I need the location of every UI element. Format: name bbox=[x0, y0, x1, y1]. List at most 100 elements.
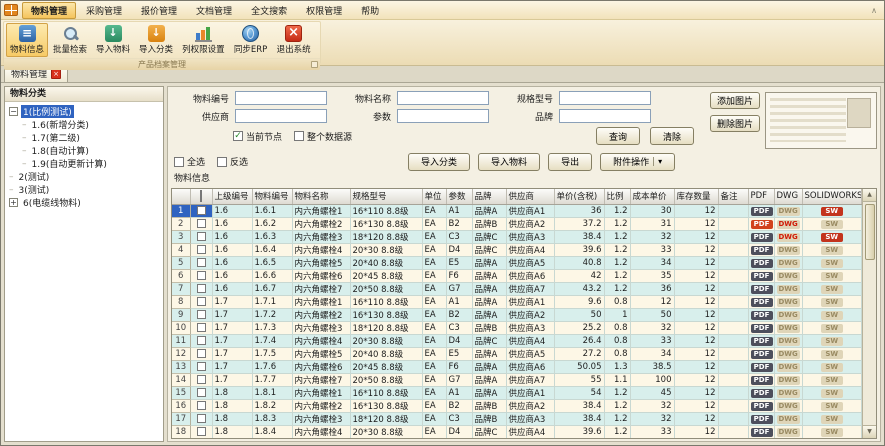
collapse-icon[interactable]: − bbox=[9, 107, 18, 116]
row-select-cell[interactable] bbox=[190, 425, 212, 438]
pdf-badge[interactable]: PDF bbox=[751, 350, 773, 359]
column-header[interactable]: 供应商 bbox=[506, 189, 554, 204]
invert-selection-checkbox[interactable]: 反选 bbox=[217, 155, 248, 168]
sw-badge[interactable]: SW bbox=[821, 285, 843, 294]
row-select-cell[interactable] bbox=[190, 308, 212, 321]
dwg-badge[interactable]: DWG bbox=[777, 259, 800, 268]
pdf-badge[interactable]: PDF bbox=[751, 311, 773, 320]
row-select-cell[interactable] bbox=[190, 347, 212, 360]
import-material-button[interactable]: 导入物料 bbox=[478, 153, 540, 171]
table-row[interactable]: 51.61.6.5内六角螺栓520*40 8.8级EAE5品牌A供应商A540.… bbox=[172, 256, 862, 269]
pdf-badge[interactable]: PDF bbox=[751, 428, 773, 437]
table-row[interactable]: 31.61.6.3内六角螺栓318*120 8.8级EAC3品牌C供应商A338… bbox=[172, 230, 862, 243]
row-select-cell[interactable] bbox=[190, 204, 212, 217]
row-checkbox[interactable] bbox=[197, 362, 206, 371]
tree-item[interactable]: –3(测试) bbox=[5, 183, 163, 196]
dwg-badge[interactable]: DWG bbox=[777, 402, 800, 411]
pdf-badge[interactable]: PDF bbox=[751, 233, 773, 242]
sw-badge[interactable]: SW bbox=[821, 298, 843, 307]
tree-item[interactable]: +6(电缆线物料) bbox=[5, 196, 163, 209]
row-select-cell[interactable] bbox=[190, 243, 212, 256]
dwg-badge[interactable]: DWG bbox=[777, 428, 800, 437]
sw-badge[interactable]: SW bbox=[821, 311, 843, 320]
dwg-badge[interactable]: DWG bbox=[777, 376, 800, 385]
sw-badge[interactable]: SW bbox=[821, 415, 843, 424]
column-header[interactable]: 规格型号 bbox=[350, 189, 422, 204]
table-row[interactable]: 41.61.6.4内六角螺栓420*30 8.8级EAD4品牌C供应商A439.… bbox=[172, 243, 862, 256]
row-select-cell[interactable] bbox=[190, 230, 212, 243]
table-row[interactable]: 11.61.6.1内六角螺栓116*110 8.8级EAA1品牌A供应商A136… bbox=[172, 204, 862, 217]
table-row[interactable]: 91.71.7.2内六角螺栓216*130 8.8级EAB2品牌A供应商A250… bbox=[172, 308, 862, 321]
pdf-badge[interactable]: PDF bbox=[751, 337, 773, 346]
pdf-badge[interactable]: PDF bbox=[751, 402, 773, 411]
supplier-input[interactable] bbox=[235, 109, 327, 123]
row-checkbox[interactable] bbox=[197, 401, 206, 410]
menu-tab[interactable]: 权限管理 bbox=[297, 2, 351, 19]
scrollbar-thumb[interactable] bbox=[865, 204, 875, 260]
table-row[interactable]: 141.71.7.7内六角螺栓720*50 8.8级EAG7品牌A供应商A755… bbox=[172, 373, 862, 386]
delete-image-button[interactable]: 删除图片 bbox=[710, 115, 760, 132]
dwg-badge[interactable]: DWG bbox=[777, 324, 800, 333]
sw-badge[interactable]: SW bbox=[821, 428, 843, 437]
pdf-badge[interactable]: PDF bbox=[751, 207, 773, 216]
table-row[interactable]: 121.71.7.5内六角螺栓520*40 8.8级EAE5品牌A供应商A527… bbox=[172, 347, 862, 360]
tree-item[interactable]: −1(比例测试) bbox=[5, 105, 163, 118]
sw-badge[interactable]: SW bbox=[821, 246, 843, 255]
row-checkbox[interactable] bbox=[197, 349, 206, 358]
row-checkbox[interactable] bbox=[197, 375, 206, 384]
table-row[interactable]: 171.81.8.3内六角螺栓318*120 8.8级EAC3品牌B供应商A33… bbox=[172, 412, 862, 425]
column-header[interactable]: 物料编号 bbox=[252, 189, 292, 204]
sw-badge[interactable]: SW bbox=[821, 324, 843, 333]
tree-item[interactable]: –2(测试) bbox=[5, 170, 163, 183]
row-select-cell[interactable] bbox=[190, 334, 212, 347]
exit-button[interactable]: 退出系统 bbox=[273, 23, 315, 57]
scroll-down-icon[interactable]: ▼ bbox=[863, 425, 876, 438]
sw-badge[interactable]: SW bbox=[821, 337, 843, 346]
app-icon[interactable] bbox=[4, 4, 18, 16]
query-button[interactable]: 查询 bbox=[596, 127, 640, 145]
row-checkbox[interactable] bbox=[197, 232, 206, 241]
dwg-badge[interactable]: DWG bbox=[777, 233, 800, 242]
import-material-button[interactable]: 导入物料 bbox=[92, 23, 134, 57]
row-checkbox[interactable] bbox=[197, 284, 206, 293]
row-checkbox[interactable] bbox=[197, 258, 206, 267]
import-category-button[interactable]: 导入分类 bbox=[135, 23, 177, 57]
row-checkbox[interactable] bbox=[197, 427, 206, 436]
dwg-badge[interactable]: DWG bbox=[777, 415, 800, 424]
row-select-cell[interactable] bbox=[190, 295, 212, 308]
sw-badge[interactable]: SW bbox=[821, 402, 843, 411]
vertical-scrollbar[interactable]: ▲ ▼ bbox=[862, 189, 876, 438]
column-header[interactable]: 成本单价 bbox=[630, 189, 674, 204]
dwg-badge[interactable]: DWG bbox=[777, 350, 800, 359]
scroll-up-icon[interactable]: ▲ bbox=[863, 189, 876, 202]
table-row[interactable]: 101.71.7.3内六角螺栓318*120 8.8级EAC3品牌B供应商A32… bbox=[172, 321, 862, 334]
column-permission-button[interactable]: 列权限设置 bbox=[178, 23, 229, 57]
pdf-badge[interactable]: PDF bbox=[751, 220, 773, 229]
scope-checkbox[interactable]: ✓当前节点 bbox=[233, 130, 282, 143]
pdf-badge[interactable]: PDF bbox=[751, 415, 773, 424]
table-row[interactable]: 111.71.7.4内六角螺栓420*30 8.8级EAD4品牌C供应商A426… bbox=[172, 334, 862, 347]
close-tab-icon[interactable]: × bbox=[51, 69, 61, 79]
dwg-badge[interactable]: DWG bbox=[777, 285, 800, 294]
column-header[interactable]: PDF bbox=[748, 189, 774, 204]
menu-tab[interactable]: 全文搜索 bbox=[242, 2, 296, 19]
row-select-cell[interactable] bbox=[190, 321, 212, 334]
column-header[interactable]: DWG bbox=[774, 189, 802, 204]
column-header[interactable]: 库存数量 bbox=[674, 189, 718, 204]
row-select-cell[interactable] bbox=[190, 386, 212, 399]
sw-badge[interactable]: SW bbox=[821, 233, 843, 242]
row-select-cell[interactable] bbox=[190, 256, 212, 269]
attachment-actions-button[interactable]: 附件操作 ▾ bbox=[600, 153, 675, 171]
pdf-badge[interactable]: PDF bbox=[751, 285, 773, 294]
sw-badge[interactable]: SW bbox=[821, 350, 843, 359]
row-select-cell[interactable] bbox=[190, 412, 212, 425]
pdf-badge[interactable]: PDF bbox=[751, 389, 773, 398]
row-select-cell[interactable] bbox=[190, 360, 212, 373]
column-header[interactable]: 物料名称 bbox=[292, 189, 350, 204]
expand-icon[interactable]: + bbox=[9, 198, 18, 207]
row-select-cell[interactable] bbox=[190, 217, 212, 230]
column-header[interactable]: SOLIDWORKS bbox=[802, 189, 862, 204]
select-all-header[interactable] bbox=[190, 189, 212, 204]
row-checkbox[interactable] bbox=[197, 271, 206, 280]
row-checkbox[interactable] bbox=[197, 219, 206, 228]
